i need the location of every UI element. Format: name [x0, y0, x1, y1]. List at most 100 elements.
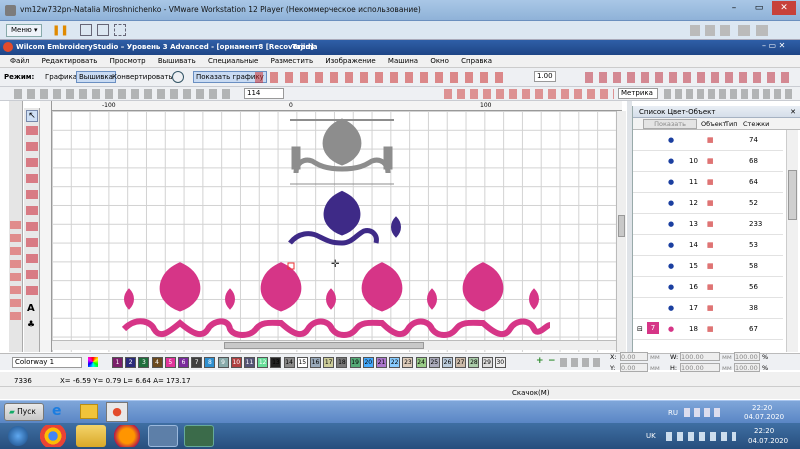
color-swatch[interactable]: 21	[376, 357, 387, 368]
list-item[interactable]: ● 12 ▦ 52	[633, 193, 783, 214]
mode-tab-graphics[interactable]: Графика	[45, 73, 77, 81]
color-swatch[interactable]: 24	[415, 357, 427, 368]
menu-special[interactable]: Специальные	[208, 57, 258, 65]
color-swatch[interactable]: 12	[257, 357, 269, 368]
color-swatch[interactable]: 30	[494, 357, 506, 368]
folder-icon[interactable]	[80, 404, 98, 419]
menu-image[interactable]: Изображение	[325, 57, 375, 65]
remove-color-icon[interactable]: −	[548, 356, 556, 366]
send-ctrl-alt-del-icon[interactable]	[80, 24, 92, 36]
color-swatch[interactable]: 1	[112, 357, 123, 368]
palette-icon[interactable]	[88, 357, 98, 367]
fullscreen-icon[interactable]	[114, 24, 126, 36]
file-tools-icons[interactable]	[14, 89, 234, 99]
list-item[interactable]: ● 10 ▦ 68	[633, 151, 783, 172]
units-select[interactable]: Метрика	[618, 88, 658, 99]
scale-input[interactable]: 1.00	[534, 71, 556, 82]
color-swatch[interactable]: 11	[244, 357, 255, 368]
color-swatch[interactable]: 28	[468, 357, 480, 368]
digitize-tools-icons[interactable]	[26, 126, 38, 296]
color-tools-icons[interactable]	[560, 358, 600, 367]
color-swatch[interactable]: 26	[442, 357, 453, 368]
mode-tab-embroidery[interactable]: Вышивка	[76, 71, 116, 83]
color-swatch[interactable]: 2	[125, 357, 137, 368]
host-lang[interactable]: UK	[646, 432, 656, 440]
list-item[interactable]: ● 15 ▦ 58	[633, 256, 783, 277]
chrome-icon[interactable]	[38, 425, 68, 447]
color-swatch[interactable]: 3	[138, 357, 150, 368]
zoom-input[interactable]: 114	[244, 88, 284, 99]
display-device-icon[interactable]	[738, 25, 750, 36]
close-icon[interactable]: ✕	[772, 1, 796, 15]
color-swatch[interactable]: 8	[204, 357, 216, 368]
panel-scrollbar[interactable]	[786, 130, 798, 352]
color-swatch[interactable]: 7	[191, 357, 203, 368]
menu-edit[interactable]: Редактировать	[42, 57, 98, 65]
app-minimize-icon[interactable]: –	[762, 41, 766, 50]
select-arrow-icon[interactable]: ↖	[26, 110, 38, 122]
stitch-tools-icons[interactable]	[255, 72, 505, 83]
color-swatch[interactable]: 10	[230, 357, 242, 368]
view-tools-icons[interactable]	[444, 89, 614, 99]
color-swatch[interactable]: 6	[178, 357, 189, 368]
removable-devices-icon[interactable]	[97, 24, 109, 36]
windows-start-orb-icon[interactable]	[8, 426, 28, 446]
pause-icon[interactable]: ❚❚	[52, 24, 69, 37]
panel-scroll-thumb[interactable]	[788, 170, 797, 220]
purple-motif[interactable]	[288, 190, 401, 246]
design-canvas[interactable]: ✛	[52, 111, 616, 352]
tray-icons[interactable]	[684, 408, 724, 417]
list-item[interactable]: ● ▦ 74	[633, 130, 783, 151]
xp-lang[interactable]: RU	[668, 409, 678, 417]
menu-machine[interactable]: Машина	[388, 57, 418, 65]
remote-desktop-icon[interactable]	[184, 425, 214, 447]
color-swatch[interactable]: 15	[296, 357, 308, 368]
minimize-icon[interactable]: –	[722, 1, 746, 15]
color-swatch[interactable]: 25	[428, 357, 440, 368]
x-field[interactable]: 0.00	[620, 352, 648, 361]
color-swatch[interactable]: 14	[283, 357, 295, 368]
menu-view[interactable]: Просмотр	[110, 57, 146, 65]
vertical-scrollbar[interactable]	[616, 111, 626, 352]
color-swatch[interactable]: 18	[336, 357, 348, 368]
maximize-icon[interactable]: ▭	[747, 1, 771, 15]
add-color-icon[interactable]: +	[536, 356, 544, 366]
menu-window[interactable]: Окно	[430, 57, 449, 65]
list-item[interactable]: ⊟ 7 ● 18 ▦ 67	[633, 319, 783, 340]
object-list[interactable]: ● ▦ 74 ● 10 ▦ 68 ● 11 ▦ 64 ● 12 ▦ 52 ● 13 ▦ 233 ● 14 ▦ 53…	[633, 130, 783, 352]
color-swatch[interactable]: 22	[389, 357, 401, 368]
show-button[interactable]: Показать	[643, 119, 697, 129]
gray-motif[interactable]	[290, 118, 394, 185]
printer-device-icon[interactable]	[756, 25, 768, 36]
collapse-icon[interactable]: ⊟	[637, 325, 643, 333]
list-item[interactable]: ● 17 ▦ 38	[633, 298, 783, 319]
h-percent-field[interactable]: 100.00	[734, 363, 760, 372]
people-tool-icon[interactable]: ♣	[27, 320, 35, 330]
color-swatch[interactable]: 23	[402, 357, 414, 368]
horizontal-scroll-thumb[interactable]	[224, 342, 424, 349]
left-palette-icons[interactable]	[10, 221, 21, 321]
menu-file[interactable]: Файл	[10, 57, 29, 65]
vertical-scroll-thumb[interactable]	[618, 215, 625, 237]
color-swatch[interactable]: 27	[455, 357, 467, 368]
horizontal-scrollbar[interactable]	[52, 340, 616, 350]
app-close-icon[interactable]: ✕	[779, 41, 786, 50]
color-swatch[interactable]: 16	[310, 357, 321, 368]
color-swatch[interactable]: 5	[164, 357, 176, 368]
fill-tools-icons[interactable]	[585, 72, 795, 83]
menu-help[interactable]: Справка	[461, 57, 492, 65]
pink-border-motif[interactable]	[121, 262, 551, 338]
host-tray-icons[interactable]	[666, 432, 736, 441]
ie-icon[interactable]: e	[52, 403, 70, 421]
start-button[interactable]: ▰ Пуск	[4, 403, 44, 421]
list-item[interactable]: ● 14 ▦ 53	[633, 235, 783, 256]
mode-tab-convert[interactable]: Конвертировать	[112, 73, 173, 81]
audio-device-icon[interactable]	[705, 25, 715, 36]
y-field[interactable]: 0.00	[620, 363, 648, 372]
list-item[interactable]: ● 16 ▦ 56	[633, 277, 783, 298]
color-swatch[interactable]: 17	[323, 357, 335, 368]
network-device-icon[interactable]	[690, 25, 700, 36]
vmware-taskbar-icon[interactable]	[148, 425, 178, 447]
w-percent-field[interactable]: 100.00	[734, 352, 760, 361]
color-swatch[interactable]: 19	[349, 357, 361, 368]
